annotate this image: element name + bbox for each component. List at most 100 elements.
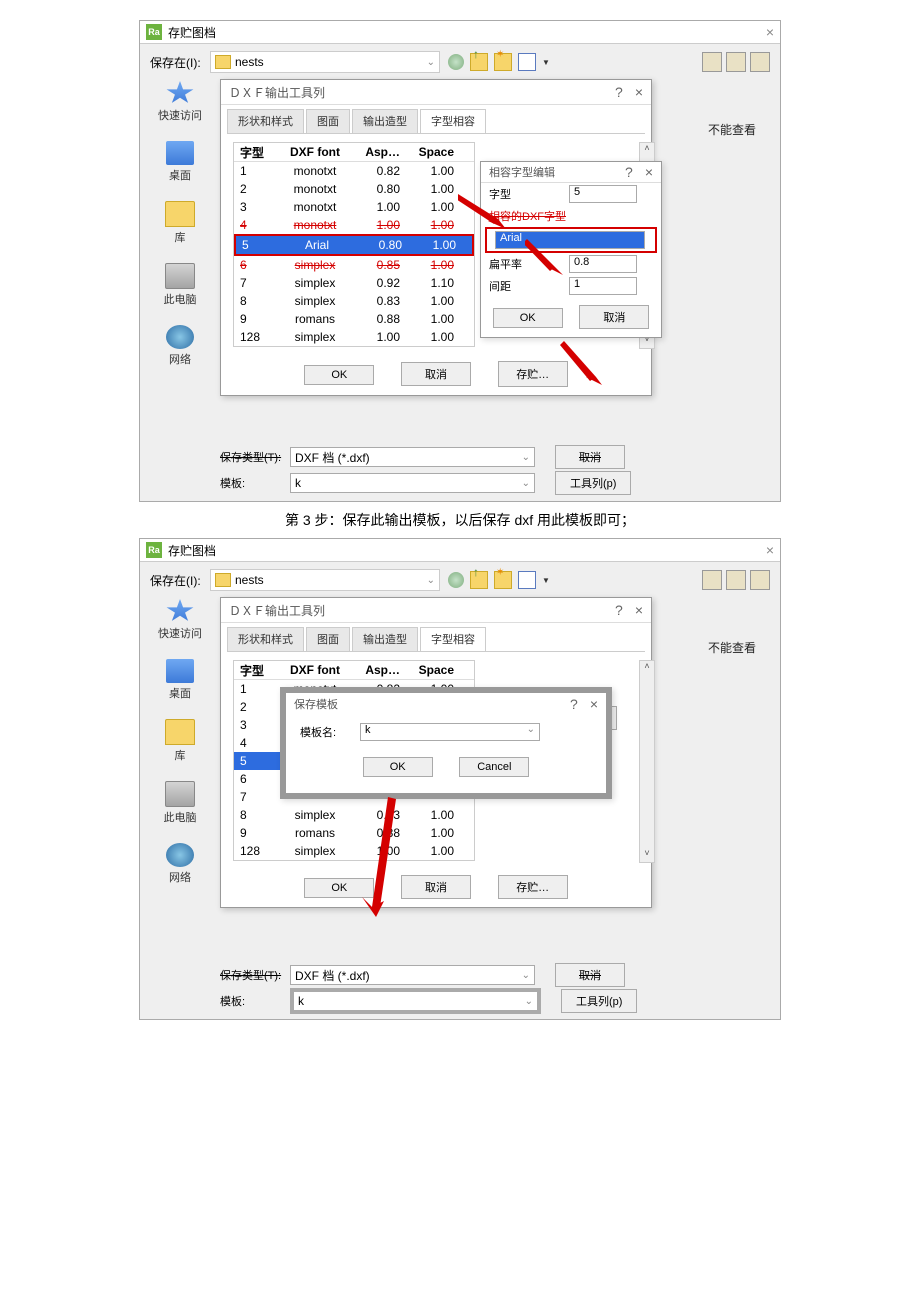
help-icon[interactable]: ? [615, 602, 623, 618]
save-template-dialog: 保存模板 ?× 模板名: k⌄ OK Cancel [280, 687, 612, 799]
tool-icons [702, 52, 770, 72]
table-row: 128simplex1.001.00 [234, 842, 474, 860]
sidebar-item-desktop[interactable]: 桌面 [150, 659, 210, 701]
save-in-label: 保存在(I): [150, 54, 210, 71]
back-icon[interactable] [448, 54, 464, 70]
close-icon[interactable]: × [645, 164, 653, 180]
ok-button[interactable]: OK [493, 308, 563, 328]
sidebar-item-pc[interactable]: 此电脑 [150, 781, 210, 825]
toolbar-button[interactable]: 工具列(p) [555, 471, 631, 495]
chevron-down-icon: ⌄ [427, 575, 435, 586]
close-icon[interactable]: × [766, 24, 774, 40]
cancel-button[interactable]: Cancel [459, 757, 529, 777]
path-row: 保存在(I): nests ⌄ ▼ [140, 44, 780, 80]
template-combo[interactable]: k⌄ [290, 473, 535, 493]
tab-drawing[interactable]: 图面 [306, 109, 350, 133]
views-icon[interactable] [518, 571, 536, 589]
folder-combo[interactable]: nests ⌄ [210, 569, 440, 591]
sidebar-item-library[interactable]: 库 [150, 719, 210, 763]
back-icon[interactable] [448, 572, 464, 588]
sidebar-item-pc[interactable]: 此电脑 [150, 263, 210, 307]
tab-output[interactable]: 输出造型 [352, 109, 418, 133]
ok-button[interactable]: OK [304, 878, 374, 898]
help-icon[interactable]: ? [625, 164, 633, 180]
field-aspect[interactable]: 0.8 [569, 255, 637, 273]
field-dxf-font[interactable]: Arial [495, 231, 645, 249]
file-type-combo[interactable]: DXF 档 (*.dxf)⌄ [290, 447, 535, 467]
close-icon[interactable]: × [766, 542, 774, 558]
cancel-button[interactable]: 取消 [401, 362, 471, 386]
template-label: 模板: [220, 993, 290, 1009]
template-combo[interactable]: k⌄ [290, 988, 541, 1014]
sidebar-item-desktop[interactable]: 桌面 [150, 141, 210, 183]
views-icon[interactable] [518, 53, 536, 71]
field-space[interactable]: 1 [569, 277, 637, 295]
places-sidebar: 快速访问 桌面 库 此电脑 网络 [150, 81, 210, 385]
views-chevron-icon[interactable]: ▼ [542, 58, 550, 67]
toolbar-button[interactable]: 工具列(p) [561, 989, 637, 1013]
scrollbar[interactable]: ˄˅ [639, 660, 655, 863]
sidebar-item-network[interactable]: 网络 [150, 843, 210, 885]
ok-button[interactable]: OK [363, 757, 433, 777]
help-icon[interactable]: ? [570, 696, 578, 712]
tool-icon-1[interactable] [702, 570, 722, 590]
tool-icon-1[interactable] [702, 52, 722, 72]
views-chevron-icon[interactable]: ▼ [542, 576, 550, 585]
folder-combo[interactable]: nests ⌄ [210, 51, 440, 73]
cancel-button[interactable]: 取消 [579, 305, 649, 329]
file-type-combo[interactable]: DXF 档 (*.dxf)⌄ [290, 965, 535, 985]
cancel-button[interactable]: 取消 [555, 963, 625, 987]
table-row: 128simplex1.001.00 [234, 328, 474, 346]
save-button[interactable]: 存贮… [498, 361, 568, 387]
ok-button[interactable]: OK [304, 365, 374, 385]
table-row: 7simplex0.921.10 [234, 274, 474, 292]
close-icon[interactable]: × [635, 84, 643, 100]
new-folder-icon[interactable] [494, 571, 512, 589]
tool-icon-3[interactable] [750, 52, 770, 72]
app-titlebar: Ra 存贮图档 × [140, 539, 780, 562]
caption: 第 3 步：保存此输出模板，以后保存 dxf 用此模板即可； [130, 510, 790, 530]
cancel-button[interactable]: 取消 [401, 875, 471, 899]
font-edit-title: 相容字型编辑 [489, 164, 555, 180]
tab-output[interactable]: 输出造型 [352, 627, 418, 651]
figure-1: Ra 存贮图档 × 保存在(I): nests ⌄ ▼ 快速访问 桌面 库 此电… [139, 20, 781, 502]
close-icon[interactable]: × [635, 602, 643, 618]
up-icon[interactable] [470, 571, 488, 589]
tab-shape[interactable]: 形状和样式 [227, 627, 304, 651]
sidebar-item-quick[interactable]: 快速访问 [150, 599, 210, 641]
path-row: 保存在(I): nests ⌄ ▼ [140, 562, 780, 598]
tool-icon-3[interactable] [750, 570, 770, 590]
sidebar-item-quick[interactable]: 快速访问 [150, 81, 210, 123]
save-in-label: 保存在(I): [150, 572, 210, 589]
save-button[interactable]: 存贮… [498, 875, 568, 899]
folder-icon [215, 55, 231, 69]
tab-font[interactable]: 字型相容 [420, 627, 486, 651]
folder-name: nests [235, 573, 264, 587]
table-row-selected[interactable]: 5Arial0.801.00 [234, 234, 474, 256]
template-name-input[interactable]: k⌄ [360, 723, 540, 741]
file-type-label: 保存类型(T): [220, 967, 290, 983]
tabs: 形状和样式 图面 输出造型 字型相容 [227, 627, 645, 652]
chevron-down-icon: ⌄ [427, 57, 435, 68]
cancel-button[interactable]: 取消 [555, 445, 625, 469]
bottom-form: 保存类型(T): DXF 档 (*.dxf)⌄ 取消 模板: k⌄ 工具列(p) [220, 961, 770, 1013]
app-title: 存贮图档 [168, 24, 216, 41]
help-icon[interactable]: ? [615, 84, 623, 100]
tool-icon-2[interactable] [726, 52, 746, 72]
up-icon[interactable] [470, 53, 488, 71]
template-label: 模板: [220, 475, 290, 491]
tab-drawing[interactable]: 图面 [306, 627, 350, 651]
font-edit-dialog: 相容字型编辑 ?× 字型5 相容的DXF字型 Arial 扁平率0.8 间距1 … [480, 161, 662, 338]
field-font[interactable]: 5 [569, 185, 637, 203]
table-row: 8simplex0.831.00 [234, 292, 474, 310]
tool-icon-2[interactable] [726, 570, 746, 590]
tab-shape[interactable]: 形状和样式 [227, 109, 304, 133]
new-folder-icon[interactable] [494, 53, 512, 71]
close-icon[interactable]: × [590, 696, 598, 712]
table-row: 6simplex0.851.00 [234, 256, 474, 274]
tab-font[interactable]: 字型相容 [420, 109, 486, 133]
sidebar-item-library[interactable]: 库 [150, 201, 210, 245]
table-row: 9romans0.881.00 [234, 824, 474, 842]
tabs: 形状和样式 图面 输出造型 字型相容 [227, 109, 645, 134]
sidebar-item-network[interactable]: 网络 [150, 325, 210, 367]
